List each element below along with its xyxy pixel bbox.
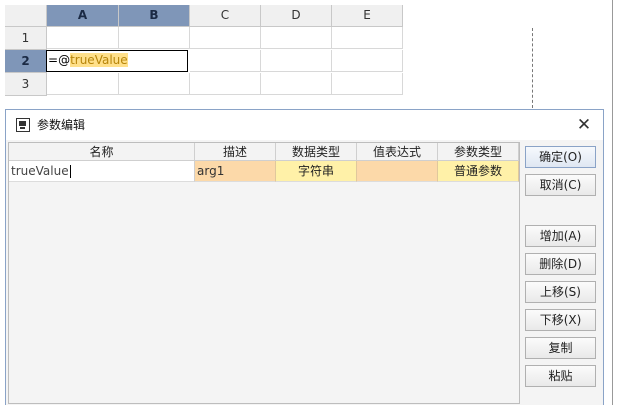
- header-value-expression[interactable]: 值表达式: [357, 143, 438, 161]
- delete-button[interactable]: 删除(D): [525, 253, 596, 275]
- header-name[interactable]: 名称: [9, 143, 195, 161]
- right-divider: [612, 0, 613, 405]
- parameter-table: 名称 描述 数据类型 值表达式 参数类型 trueValue arg1 字符串 …: [8, 142, 520, 404]
- formula-at: @: [58, 53, 71, 67]
- formula-equals: =: [48, 53, 59, 67]
- move-up-button[interactable]: 上移(S): [525, 281, 596, 303]
- cell-e1[interactable]: [332, 27, 403, 49]
- cell-b1[interactable]: [119, 27, 190, 49]
- cell-d3[interactable]: [261, 73, 332, 95]
- column-header-b[interactable]: B: [119, 5, 190, 27]
- header-description[interactable]: 描述: [195, 143, 276, 161]
- row-header-2[interactable]: 2: [5, 50, 47, 73]
- active-cell-a2[interactable]: =@trueValue: [46, 50, 188, 72]
- row-description-cell[interactable]: arg1: [195, 161, 276, 182]
- cell-e3[interactable]: [332, 73, 403, 95]
- cancel-button[interactable]: 取消(C): [525, 174, 596, 196]
- row-name-value: trueValue: [11, 164, 69, 178]
- dialog-title: 参数编辑: [37, 118, 86, 132]
- row-data-type-cell[interactable]: 字符串: [276, 161, 357, 182]
- cell-c1[interactable]: [190, 27, 261, 49]
- row-value-expression-cell[interactable]: [357, 161, 438, 182]
- header-data-type[interactable]: 数据类型: [276, 143, 357, 161]
- text-caret: [69, 165, 71, 178]
- column-header-c[interactable]: C: [190, 5, 261, 27]
- column-header-a[interactable]: A: [47, 5, 119, 27]
- cell-c2[interactable]: [190, 50, 261, 72]
- ok-button[interactable]: 确定(O): [525, 146, 596, 168]
- row-name-field[interactable]: trueValue: [9, 161, 195, 182]
- header-parameter-type[interactable]: 参数类型: [438, 143, 519, 161]
- cell-a3[interactable]: [47, 73, 119, 95]
- formula-parameter-ref: trueValue: [70, 53, 128, 67]
- cell-e2[interactable]: [332, 50, 403, 72]
- cell-a1[interactable]: [47, 27, 119, 49]
- spreadsheet: A B C D E 1 2 3 =@trueValue: [0, 0, 617, 110]
- sheet-corner[interactable]: [5, 5, 47, 27]
- move-down-button[interactable]: 下移(X): [525, 309, 596, 331]
- cell-c3[interactable]: [190, 73, 261, 95]
- row-parameter-type-cell[interactable]: 普通参数: [438, 161, 519, 182]
- paste-button[interactable]: 粘贴: [525, 365, 596, 387]
- column-header-e[interactable]: E: [332, 5, 403, 27]
- dialog-titlebar[interactable]: 参数编辑 ✕: [6, 110, 603, 140]
- cell-b3[interactable]: [119, 73, 190, 95]
- cell-d1[interactable]: [261, 27, 332, 49]
- parameter-edit-dialog: 参数编辑 ✕ 名称 描述 数据类型 值表达式 参数类型 trueValue ar…: [5, 109, 604, 405]
- dialog-app-icon: [16, 118, 30, 132]
- row-header-3[interactable]: 3: [5, 73, 47, 96]
- cell-d2[interactable]: [261, 50, 332, 72]
- row-header-1[interactable]: 1: [5, 27, 47, 50]
- close-icon[interactable]: ✕: [575, 116, 593, 134]
- copy-button[interactable]: 复制: [525, 337, 596, 359]
- page-break-line: [532, 28, 533, 108]
- column-header-d[interactable]: D: [261, 5, 332, 27]
- add-button[interactable]: 增加(A): [525, 225, 596, 247]
